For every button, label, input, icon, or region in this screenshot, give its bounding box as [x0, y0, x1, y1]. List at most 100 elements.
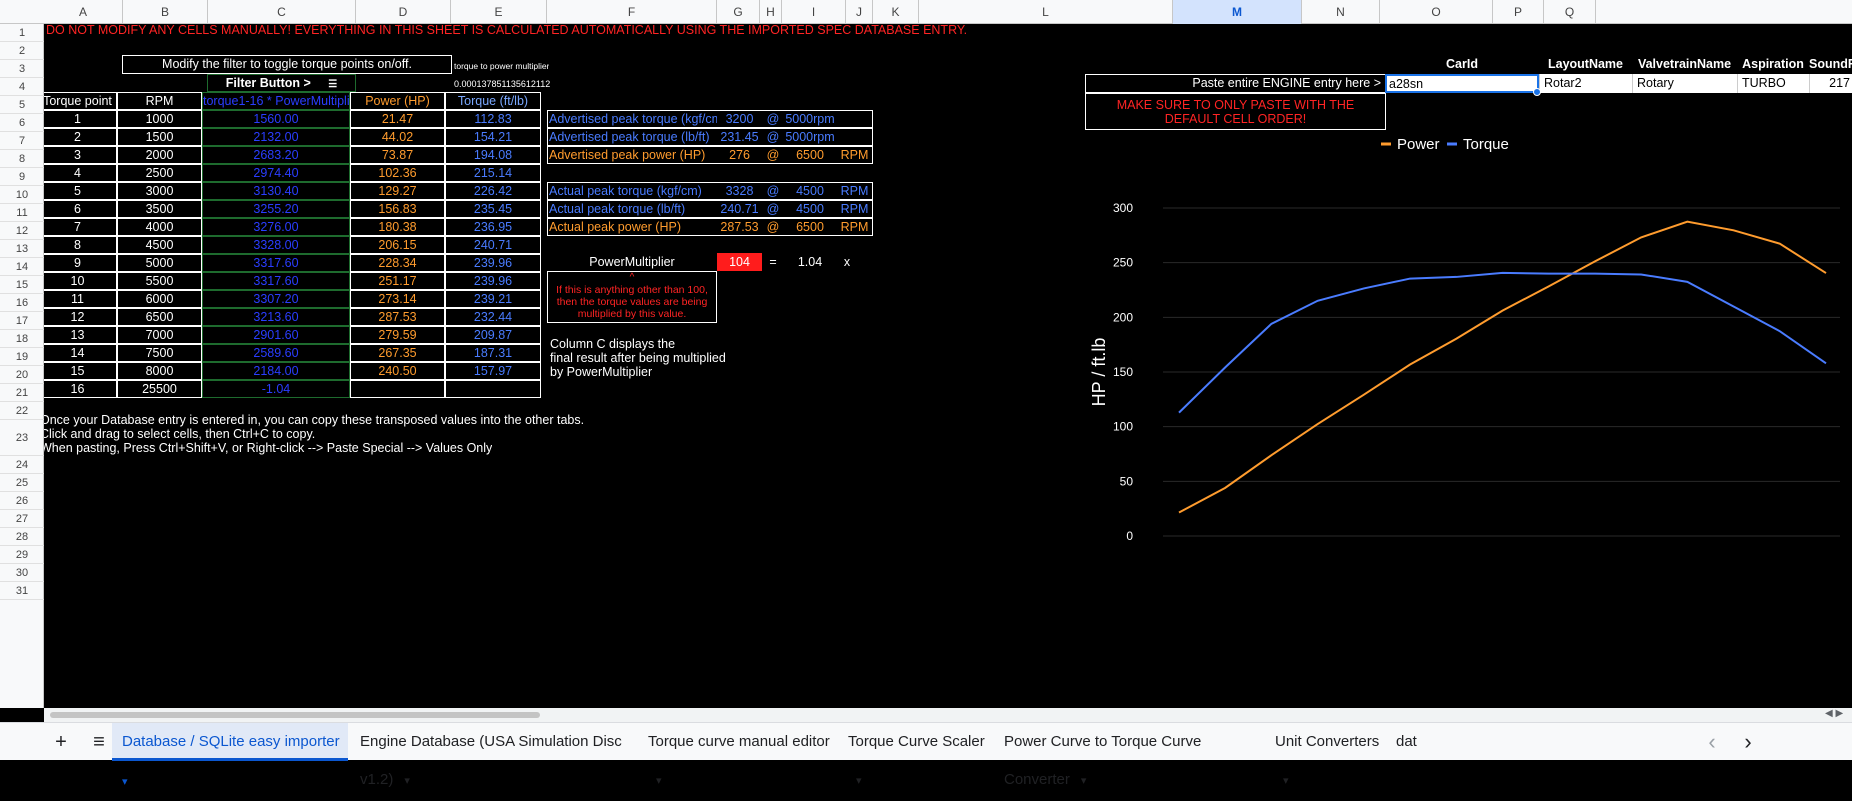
table-cell[interactable]: 239.96 [445, 272, 541, 290]
sheet-tab[interactable]: Unit Converters ▾ [1265, 723, 1384, 761]
table-cell[interactable]: 251.17 [350, 272, 445, 290]
row-header[interactable]: 1 [0, 24, 44, 42]
table-cell[interactable]: 279.59 [350, 326, 445, 344]
row-header[interactable]: 14 [0, 258, 44, 276]
column-header[interactable]: P [1493, 0, 1544, 24]
row-header[interactable]: 13 [0, 240, 44, 258]
table-cell[interactable]: 5 [44, 182, 117, 200]
row-header[interactable]: 28 [0, 528, 44, 546]
table-cell[interactable] [350, 380, 445, 398]
table-cell[interactable]: 287.53 [350, 308, 445, 326]
row-header[interactable]: 5 [0, 96, 44, 114]
table-cell[interactable] [445, 380, 541, 398]
row-header[interactable]: 24 [0, 456, 44, 474]
table-cell[interactable]: 3307.20 [202, 290, 350, 308]
column-header[interactable]: N [1302, 0, 1380, 24]
tab-dropdown-icon[interactable]: ▾ [122, 776, 128, 788]
table-cell[interactable]: 3500 [117, 200, 202, 218]
table-cell[interactable]: 232.44 [445, 308, 541, 326]
row-header[interactable]: 29 [0, 546, 44, 564]
column-header[interactable]: L [919, 0, 1173, 24]
row-header[interactable]: 17 [0, 312, 44, 330]
table-cell[interactable]: 1 [44, 110, 117, 128]
table-cell[interactable]: 2500 [117, 164, 202, 182]
filter-icon[interactable]: ☰ [328, 79, 337, 90]
table-cell[interactable]: 239.21 [445, 290, 541, 308]
tab-dropdown-icon[interactable]: ▾ [856, 775, 862, 787]
row-header[interactable]: 2 [0, 42, 44, 60]
sheet-tab[interactable]: Torque Curve Scaler ▾ [838, 723, 992, 761]
table-cell[interactable]: 6000 [117, 290, 202, 308]
row-header[interactable]: 21 [0, 384, 44, 402]
table-cell[interactable]: 187.31 [445, 344, 541, 362]
table-cell[interactable]: 240.71 [445, 236, 541, 254]
table-cell[interactable]: 209.87 [445, 326, 541, 344]
table-cell[interactable]: 6500 [117, 308, 202, 326]
sheet-tab[interactable]: Torque curve manual editor ▾ [638, 723, 836, 761]
tab-dropdown-icon[interactable]: ▾ [1283, 775, 1289, 787]
next-tab-icon[interactable]: › [1738, 723, 1758, 761]
table-cell[interactable]: 11 [44, 290, 117, 308]
tab-dropdown-icon[interactable]: ▾ [1078, 775, 1087, 787]
table-cell[interactable]: 1560.00 [202, 110, 350, 128]
column-header[interactable]: D [356, 0, 451, 24]
table-cell[interactable]: 180.38 [350, 218, 445, 236]
table-cell[interactable]: 10 [44, 272, 117, 290]
table-cell[interactable]: 2000 [117, 146, 202, 164]
table-cell[interactable]: 8000 [117, 362, 202, 380]
table-cell[interactable]: 273.14 [350, 290, 445, 308]
horizontal-scrollbar[interactable] [44, 708, 1852, 722]
table-cell[interactable]: 44.02 [350, 128, 445, 146]
table-cell[interactable]: 3000 [117, 182, 202, 200]
column-header[interactable]: O [1380, 0, 1493, 24]
sheet-tab[interactable]: Power Curve to Torque Curve Converter ▾ [994, 723, 1263, 761]
table-cell[interactable]: 73.87 [350, 146, 445, 164]
row-header[interactable]: 18 [0, 330, 44, 348]
column-header[interactable]: A [44, 0, 123, 24]
row-header[interactable]: 8 [0, 150, 44, 168]
row-header[interactable]: 3 [0, 60, 44, 78]
column-header[interactable]: J [846, 0, 873, 24]
table-cell[interactable]: 3130.40 [202, 182, 350, 200]
table-cell[interactable]: 2683.20 [202, 146, 350, 164]
table-cell[interactable]: 3213.60 [202, 308, 350, 326]
table-cell[interactable]: 235.45 [445, 200, 541, 218]
table-cell[interactable]: 7000 [117, 326, 202, 344]
engine-valvetrain-cell[interactable]: Rotary [1632, 74, 1737, 93]
column-header[interactable]: E [451, 0, 547, 24]
row-header[interactable]: 27 [0, 510, 44, 528]
fill-handle[interactable] [1533, 88, 1541, 96]
table-cell[interactable]: 12 [44, 308, 117, 326]
table-cell[interactable]: 236.95 [445, 218, 541, 236]
column-header[interactable]: B [123, 0, 208, 24]
column-header[interactable]: C [208, 0, 356, 24]
table-cell[interactable]: 157.97 [445, 362, 541, 380]
table-cell[interactable]: 8 [44, 236, 117, 254]
row-header[interactable]: 12 [0, 222, 44, 240]
table-cell[interactable]: 206.15 [350, 236, 445, 254]
table-cell[interactable]: 2 [44, 128, 117, 146]
tab-dropdown-icon[interactable]: ▾ [656, 775, 662, 787]
row-header[interactable]: 31 [0, 582, 44, 600]
table-cell[interactable]: 5500 [117, 272, 202, 290]
table-cell[interactable]: 3255.20 [202, 200, 350, 218]
table-cell[interactable]: 240.50 [350, 362, 445, 380]
table-cell[interactable]: 3276.00 [202, 218, 350, 236]
table-cell[interactable]: 102.36 [350, 164, 445, 182]
table-cell[interactable]: 4500 [117, 236, 202, 254]
table-cell[interactable]: 16 [44, 380, 117, 398]
engine-layout-cell[interactable]: Rotar2 [1539, 74, 1632, 93]
table-cell[interactable]: 154.21 [445, 128, 541, 146]
row-header[interactable]: 10 [0, 186, 44, 204]
table-cell[interactable]: 267.35 [350, 344, 445, 362]
row-header[interactable]: 4 [0, 78, 44, 96]
row-header[interactable]: 26 [0, 492, 44, 510]
column-header[interactable]: M [1173, 0, 1302, 24]
power-torque-chart[interactable]: 050100150200250300HP / ft.lbPowerTorque [1085, 134, 1852, 644]
row-header[interactable]: 22 [0, 402, 44, 420]
row-header[interactable]: 16 [0, 294, 44, 312]
table-cell[interactable]: 129.27 [350, 182, 445, 200]
column-header[interactable]: Q [1544, 0, 1596, 24]
table-cell[interactable]: 3317.60 [202, 254, 350, 272]
add-sheet-icon[interactable]: + [50, 723, 72, 761]
